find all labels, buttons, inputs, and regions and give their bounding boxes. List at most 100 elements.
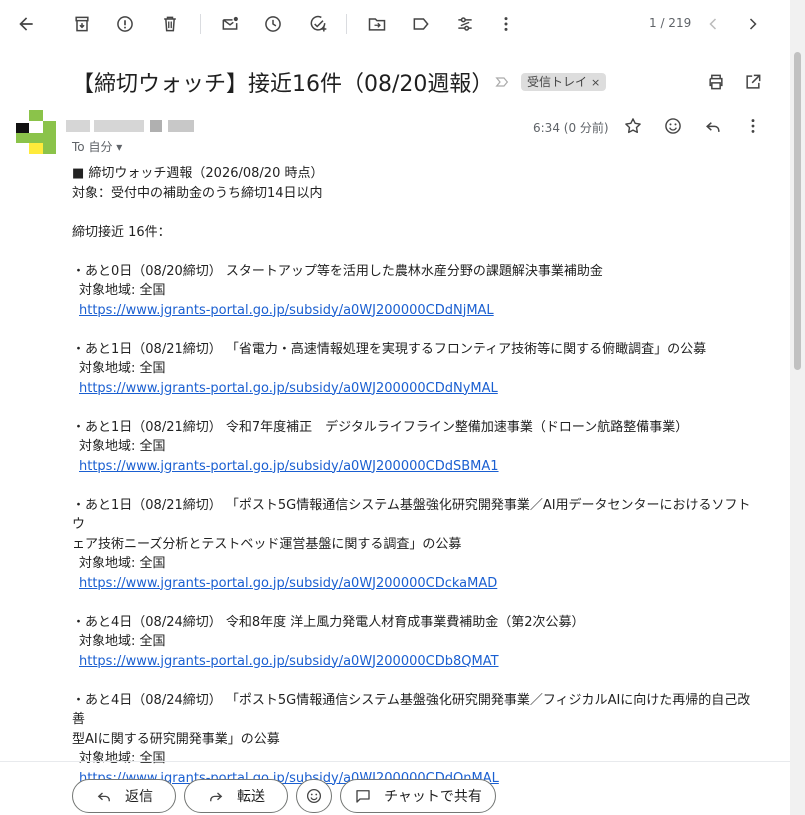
target-region-line: 対象地域: 全国 xyxy=(79,751,166,766)
inbox-label-chip[interactable]: 受信トレイ × xyxy=(521,73,607,91)
subsidy-link[interactable]: https://www.jgrants-portal.go.jp/subsidy… xyxy=(79,459,499,474)
email-subject: 【締切ウォッチ】接近16件（08/20週報） xyxy=(72,72,494,97)
reply-label: 返信 xyxy=(125,789,153,805)
reply-button[interactable] xyxy=(701,114,725,138)
message-toolbar: 1 / 219 xyxy=(0,0,790,48)
print-button[interactable] xyxy=(704,70,728,94)
subsidy-link-line: https://www.jgrants-portal.go.jp/subsidy… xyxy=(72,379,762,399)
add-task-icon xyxy=(310,15,327,32)
message-more-button[interactable] xyxy=(741,114,765,138)
label-icon xyxy=(413,18,429,30)
more-options-button[interactable] xyxy=(490,8,522,40)
snooze-button[interactable] xyxy=(257,8,289,40)
more-vert-icon xyxy=(751,119,755,133)
filter-button[interactable] xyxy=(449,8,481,40)
body-text-line: ・あと1日（08/21締切） 令和7年度補正 デジタルライフライン整備加速事業（… xyxy=(72,419,689,435)
back-arrow-icon xyxy=(19,17,33,31)
mark-unread-icon xyxy=(222,16,238,30)
share-chat-label: チャットで共有 xyxy=(384,789,482,805)
print-icon xyxy=(709,74,723,90)
body-text-line: ・あと1日（08/21締切） 「省電力・高速情報処理を実現するフロンティア技術等… xyxy=(72,341,707,357)
reply-action-button[interactable]: 返信 xyxy=(72,779,176,813)
archive-button[interactable] xyxy=(66,8,98,40)
subsidy-link[interactable]: https://www.jgrants-portal.go.jp/subsidy… xyxy=(79,576,497,591)
open-in-new-icon xyxy=(746,74,761,89)
move-to-icon xyxy=(368,18,386,31)
scrollbar-thumb[interactable] xyxy=(794,52,801,370)
footer-divider xyxy=(0,761,790,762)
subsidy-link-line: https://www.jgrants-portal.go.jp/subsidy… xyxy=(72,574,762,594)
sender-avatar[interactable] xyxy=(16,110,56,154)
forward-action-button[interactable]: 転送 xyxy=(184,779,288,813)
subsidy-link-line: https://www.jgrants-portal.go.jp/subsidy… xyxy=(72,652,762,672)
filter-icon xyxy=(458,17,472,31)
emoji-action-button[interactable] xyxy=(296,779,332,813)
chevron-left-icon xyxy=(709,18,717,30)
add-task-button[interactable] xyxy=(302,8,334,40)
sender-name-redacted[interactable] xyxy=(66,120,196,134)
subsidy-link-line: https://www.jgrants-portal.go.jp/subsidy… xyxy=(72,457,762,477)
report-spam-button[interactable] xyxy=(109,8,141,40)
received-time: 6:34 (0 分前) xyxy=(533,121,609,135)
delete-button[interactable] xyxy=(154,8,186,40)
email-body: ■ 締切ウォッチ週報（2026/08/20 時点） 対象：受付中の補助金のうち締切… xyxy=(72,164,762,788)
emoji-reaction-button[interactable] xyxy=(661,114,685,138)
subsidy-link[interactable]: https://www.jgrants-portal.go.jp/subsidy… xyxy=(79,654,499,669)
open-new-window-button[interactable] xyxy=(741,70,765,94)
star-button[interactable] xyxy=(621,114,645,138)
scrollbar[interactable] xyxy=(790,0,805,815)
label-button[interactable] xyxy=(405,8,437,40)
reply-icon xyxy=(706,122,720,132)
importance-marker-icon[interactable] xyxy=(494,74,510,90)
report-spam-icon xyxy=(117,16,133,32)
more-vert-icon xyxy=(504,17,508,31)
toolbar-divider xyxy=(346,14,347,34)
share-chat-button[interactable]: チャットで共有 xyxy=(340,779,496,813)
toolbar-divider xyxy=(200,14,201,34)
back-button[interactable] xyxy=(10,8,42,40)
target-region-line: 対象地域: 全国 xyxy=(79,361,166,376)
label-chip-text: 受信トレイ xyxy=(527,75,588,89)
subsidy-link[interactable]: https://www.jgrants-portal.go.jp/subsidy… xyxy=(79,381,498,396)
delete-icon xyxy=(164,16,176,32)
remove-label-icon[interactable]: × xyxy=(591,76,600,89)
emoji-icon xyxy=(665,118,681,134)
snooze-icon xyxy=(265,16,281,32)
subsidy-link[interactable]: https://www.jgrants-portal.go.jp/subsidy… xyxy=(79,303,494,318)
body-text-line: ェア技術ニーズ分析とテストベッド運営基盤に関する調査」の公募 xyxy=(72,536,462,552)
body-text-line: ・あと1日（08/21締切） 「ポスト5G情報通信システム基盤強化研究開発事業／… xyxy=(72,497,751,533)
older-button[interactable] xyxy=(737,8,769,40)
target-region-line: 対象地域: 全国 xyxy=(79,634,166,649)
subsidy-link-line: https://www.jgrants-portal.go.jp/subsidy… xyxy=(72,301,762,321)
newer-button[interactable] xyxy=(697,8,729,40)
subject-row: 【締切ウォッチ】接近16件（08/20週報） 受信トレイ × xyxy=(0,58,790,106)
body-text-line: 型AIに関する研究開発事業」の公募 xyxy=(72,731,280,747)
reply-icon xyxy=(97,792,110,802)
chat-icon xyxy=(356,790,370,803)
recipient-details-toggle[interactable]: To 自分 ▾ xyxy=(72,138,122,155)
star-icon xyxy=(625,118,641,134)
body-text-line: ・あと4日（08/24締切） 令和8年度 洋上風力発電人材育成事業費補助金（第2… xyxy=(72,614,585,630)
archive-icon xyxy=(75,16,89,32)
body-text-line: ・あと4日（08/24締切） 「ポスト5G情報通信システム基盤強化研究開発事業／… xyxy=(72,692,751,728)
target-region-line: 対象地域: 全国 xyxy=(79,283,166,298)
forward-icon xyxy=(210,792,223,802)
target-region-line: 対象地域: 全国 xyxy=(79,439,166,454)
body-text-line: 対象：受付中の補助金のうち締切14日以内 xyxy=(72,185,323,201)
move-to-button[interactable] xyxy=(361,8,393,40)
target-region-line: 対象地域: 全国 xyxy=(79,556,166,571)
body-text-line: ・あと0日（08/20締切） スタートアップ等を活用した農林水産分野の課題解決事… xyxy=(72,263,603,279)
body-text-line: ■ 締切ウォッチ週報（2026/08/20 時点） xyxy=(72,166,324,181)
body-text-line: 締切接近 16件： xyxy=(72,224,171,240)
emoji-icon xyxy=(306,788,322,804)
mark-unread-button[interactable] xyxy=(214,8,246,40)
pagination-count: 1 / 219 xyxy=(649,16,692,30)
forward-label: 転送 xyxy=(237,789,265,805)
